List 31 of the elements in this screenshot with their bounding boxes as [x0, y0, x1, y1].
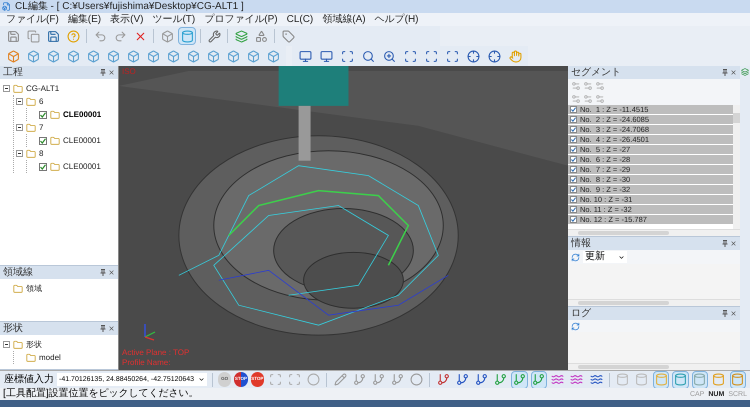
tree-item[interactable]: 8 [39, 150, 44, 158]
tree-item[interactable]: 7 [39, 124, 44, 132]
tree-item[interactable]: CLE00001 [63, 162, 101, 170]
menu-item[interactable]: ファイル(F) [6, 14, 59, 24]
panel-title: セグメント [571, 68, 621, 78]
coord-input-label: 座標値入力 [4, 374, 54, 384]
panel-title: ログ [571, 308, 591, 318]
menu-item[interactable]: ヘルプ(H) [374, 14, 418, 24]
active-plane-label: Active Plane : TOP [122, 348, 190, 358]
panel-title: 形状 [3, 324, 23, 334]
menu-item[interactable]: プロファイル(P) [204, 14, 278, 24]
window-title: CL編集 - [ C:¥Users¥fujishima¥Desktop¥CG-ALT1 ] [15, 2, 244, 12]
menu-item[interactable]: ツール(T) [152, 14, 196, 24]
tree-item[interactable]: CLE00001 [63, 136, 101, 144]
menu-item[interactable]: 領域線(A) [322, 14, 366, 24]
panel-title: 工程 [3, 68, 23, 78]
update-dropdown[interactable]: 更新 [583, 251, 627, 263]
tree-item[interactable]: 6 [39, 98, 44, 106]
panel-title: 情報 [571, 238, 591, 248]
tree-item[interactable]: 領域 [26, 284, 42, 292]
menu-item[interactable]: CL(C) [286, 14, 314, 24]
tree-item[interactable]: 形状 [26, 340, 42, 348]
tree-item[interactable]: model [39, 354, 61, 362]
panel-title: 領域線 [3, 268, 33, 278]
status-message: [工具配置]設置位置をピックしてください。 [3, 389, 199, 399]
menu-item[interactable]: 表示(V) [110, 14, 144, 24]
tree-item[interactable]: CG-ALT1 [26, 84, 60, 92]
tree-item[interactable]: CLE00001 [63, 110, 102, 118]
profile-name-label: Profile Name: [122, 358, 172, 368]
menu-item[interactable]: 編集(E) [68, 14, 102, 24]
view-label: ISO [122, 68, 136, 76]
